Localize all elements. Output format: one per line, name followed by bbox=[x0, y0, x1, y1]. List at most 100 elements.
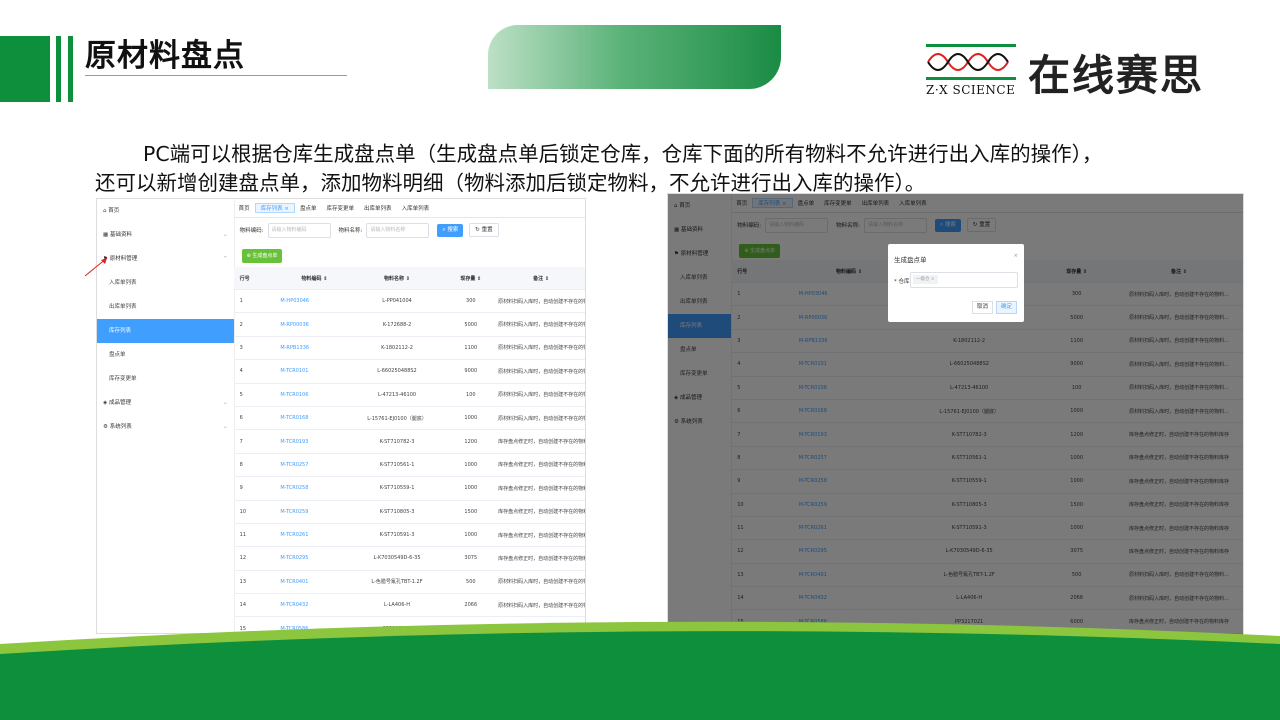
table-row: 3M-RPB1336K-1802112-21100原材料扫码入库时，自动创建不存… bbox=[233, 336, 585, 361]
reset-button[interactable]: ↻ 重置 bbox=[469, 223, 499, 237]
close-icon[interactable]: × bbox=[1013, 253, 1018, 259]
sidebar-item-out-order[interactable]: 出库单列表 bbox=[97, 295, 234, 319]
table-cell: 1000 bbox=[444, 406, 498, 431]
material-code-link[interactable]: M-TCR0101 bbox=[279, 359, 350, 384]
chevron-down-icon: ⌄ bbox=[223, 400, 228, 406]
table-cell: K-ST710591-3 bbox=[349, 523, 445, 548]
table-row: 8M-TCR0257K-ST710561-11000库存盘点修正时，自动创建不存… bbox=[233, 453, 585, 478]
table-row: 4M-TCR0101L-660250488S29000原材料扫码入库时，自动创建… bbox=[233, 359, 585, 384]
table-cell: 原材料扫码入库时，自动创建不存在的物料... bbox=[497, 406, 585, 431]
table-cell: L-15761-EJ0100（腿底） bbox=[349, 406, 445, 431]
table-cell: K-ST710782-3 bbox=[349, 429, 445, 454]
sidebar-item-stock-change[interactable]: 库存变更单 bbox=[97, 367, 234, 391]
column-header[interactable]: 备注 ⇕ bbox=[497, 267, 585, 290]
material-code-link[interactable]: M-RPB1336 bbox=[279, 336, 350, 361]
sidebar-item-basic[interactable]: ▦ 基础资料 ⌄ bbox=[97, 223, 234, 247]
sidebar-item-in-order[interactable]: 入库单列表 bbox=[97, 271, 234, 295]
warehouse-select[interactable]: 一级仓 × bbox=[910, 272, 1018, 288]
chevron-down-icon: ⌄ bbox=[223, 232, 228, 238]
material-code-link[interactable]: M-TCR0257 bbox=[279, 453, 350, 478]
table-cell: 100 bbox=[444, 383, 498, 407]
table-cell: 13 bbox=[233, 570, 280, 595]
tab-home[interactable]: 首页 bbox=[234, 204, 255, 212]
table-row: 13M-TCR0401L-色腊号氟孔TBT-1.2F500原材料扫码入库时，自动… bbox=[233, 570, 585, 595]
tab-out[interactable]: 出库单列表 bbox=[359, 204, 397, 212]
table-cell: 库存盘点修正时，自动创建不存在的物料库存 bbox=[497, 429, 585, 454]
header-green-block bbox=[0, 36, 50, 102]
main-panel: 首页 库存列表 × 盘点单 库存变更单 出库单列表 入库单列表 物料编码: 请输… bbox=[233, 199, 585, 633]
table-cell: 9000 bbox=[444, 359, 498, 384]
footer-wave bbox=[0, 621, 1280, 720]
generate-count-dialog-screenshot: ⌂ 首页 ▦ 基础资料 ⚑ 原材料管理 入库单列表 出库单列表 库存列表 盘点单… bbox=[667, 193, 1244, 636]
material-code-link[interactable]: M-TCR0258 bbox=[279, 476, 350, 501]
sidebar: ⌂ 首页 ▦ 基础资料⌄ ⚑ 原材料管理⌃ 入库单列表 出库单列表 库存列表 盘… bbox=[97, 199, 235, 633]
sidebar-item-system[interactable]: ⚙ 系统列表 ⌄ bbox=[97, 415, 234, 439]
tab-stock[interactable]: 库存列表 × bbox=[254, 203, 296, 213]
table-cell: 8 bbox=[233, 453, 280, 478]
material-code-link[interactable]: M-HP03046 bbox=[279, 289, 350, 314]
material-code-link[interactable]: M-TCR0259 bbox=[279, 500, 350, 524]
column-header[interactable]: 物料名称 ⇕ bbox=[349, 267, 445, 290]
column-header[interactable]: 现存量 ⇕ bbox=[444, 267, 498, 290]
table-cell: 原材料扫码入库时，自动创建不存在的物料... bbox=[497, 289, 585, 314]
table-cell: 原材料扫码入库时，自动创建不存在的物料... bbox=[497, 312, 585, 337]
table-cell: 1100 bbox=[444, 336, 498, 361]
sidebar-item-product[interactable]: ◈ 成品管理 ⌄ bbox=[97, 391, 234, 415]
generate-count-button[interactable]: ⊕ 生成盘点单 bbox=[241, 249, 283, 263]
dialog-title: 生成盘点单 bbox=[894, 256, 927, 264]
material-code-link[interactable]: M-RP00036 bbox=[279, 312, 350, 337]
gear-icon: ⚙ bbox=[103, 424, 110, 430]
cancel-button[interactable]: 取消 bbox=[972, 301, 994, 314]
table-cell: 原材料扫码入库时，自动创建不存在的物料... bbox=[497, 383, 585, 407]
code-label: 物料编码: bbox=[239, 228, 264, 234]
table-row: 9M-TCR0258K-ST710559-11000库存盘点修正时，自动创建不存… bbox=[233, 476, 585, 501]
title-underline bbox=[85, 75, 347, 76]
table-cell: 库存盘点修正时，自动创建不存在的物料库存 bbox=[497, 546, 585, 571]
material-code-link[interactable]: M-TCR0261 bbox=[279, 523, 350, 548]
table-cell: 300 bbox=[444, 289, 498, 314]
table-cell: 5 bbox=[233, 383, 280, 407]
material-code-link[interactable]: M-TCR0193 bbox=[279, 429, 350, 454]
table-cell: K-ST710559-1 bbox=[349, 476, 445, 501]
material-code-link[interactable]: M-TCR0168 bbox=[279, 406, 350, 431]
table-row: 7M-TCR0193K-ST710782-31200库存盘点修正时，自动创建不存… bbox=[233, 429, 585, 454]
table-cell: L-色腊号氟孔TBT-1.2F bbox=[349, 570, 445, 595]
material-code-link[interactable]: M-TCR0295 bbox=[279, 546, 350, 571]
warehouse-tag[interactable]: 一级仓 × bbox=[913, 275, 938, 284]
column-header[interactable]: 物料编码 ⇕ bbox=[279, 267, 350, 290]
name-label: 物料名称: bbox=[338, 228, 363, 234]
code-input[interactable]: 请输入物料编码 bbox=[267, 222, 331, 238]
warehouse-label: * 仓库 bbox=[894, 279, 910, 285]
material-code-link[interactable]: M-TCR0106 bbox=[279, 383, 350, 407]
annotation-arrow-icon bbox=[84, 257, 108, 277]
material-code-link[interactable]: M-TCR0401 bbox=[279, 570, 350, 595]
table-cell: 库存盘点修正时，自动创建不存在的物料库存 bbox=[497, 523, 585, 548]
confirm-button[interactable]: 确定 bbox=[996, 301, 1018, 314]
table-row: 6M-TCR0168L-15761-EJ0100（腿底）1000原材料扫码入库时… bbox=[233, 406, 585, 431]
table-cell: K-ST710561-1 bbox=[349, 453, 445, 478]
description-paragraph: PC端可以根据仓库生成盘点单（生成盘点单后锁定仓库，仓库下面的所有物料不允许进行… bbox=[95, 140, 1265, 198]
table-cell: 11 bbox=[233, 523, 280, 548]
table-cell: L-K7030549D-6-35 bbox=[349, 546, 445, 571]
table-row: 10M-TCR0259K-ST710805-31500库存盘点修正时，自动创建不… bbox=[233, 500, 585, 524]
table-cell: K-1802112-2 bbox=[349, 336, 445, 361]
tab-in[interactable]: 入库单列表 bbox=[397, 204, 435, 212]
sidebar-item-material[interactable]: ⚑ 原材料管理⌃ bbox=[97, 247, 234, 271]
tab-count[interactable]: 盘点单 bbox=[295, 204, 322, 212]
search-button[interactable]: ⌕ 搜索 bbox=[437, 223, 464, 237]
sidebar-item-home[interactable]: ⌂ 首页 bbox=[97, 199, 234, 223]
table-cell: L-PP041004 bbox=[349, 289, 445, 314]
table-cell: 12 bbox=[233, 546, 280, 571]
table-cell: 原材料扫码入库时，自动创建不存在的物料... bbox=[497, 359, 585, 384]
table-cell: 2 bbox=[233, 312, 280, 337]
column-header: 行号 bbox=[233, 267, 280, 290]
table-cell: 1 bbox=[233, 289, 280, 314]
table-cell: 7 bbox=[233, 429, 280, 454]
name-input[interactable]: 请输入物料名称 bbox=[366, 222, 430, 238]
table-cell: 9 bbox=[233, 476, 280, 501]
table-header: 行号物料编码 ⇕物料名称 ⇕现存量 ⇕备注 ⇕ bbox=[233, 267, 585, 290]
sidebar-item-stock[interactable]: 库存列表 bbox=[97, 319, 234, 343]
table-cell: 3 bbox=[233, 336, 280, 361]
tab-change[interactable]: 库存变更单 bbox=[322, 204, 360, 212]
sidebar-item-count[interactable]: 盘点单 bbox=[97, 343, 234, 367]
